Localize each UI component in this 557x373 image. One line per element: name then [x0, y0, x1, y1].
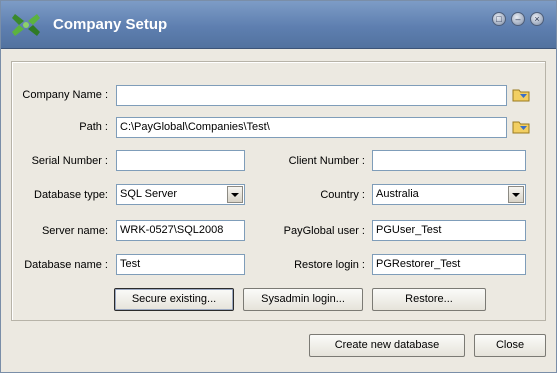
serial-number-field[interactable] — [116, 150, 245, 171]
create-new-database-button[interactable]: Create new database — [309, 334, 465, 357]
path-label: Path : — [79, 121, 108, 133]
title-bar[interactable]: Company Setup □ – × — [1, 1, 556, 49]
secure-existing-button[interactable]: Secure existing... — [114, 288, 234, 311]
window-title: Company Setup — [53, 16, 168, 33]
database-name-label: Database name : — [24, 259, 108, 271]
restore-icon[interactable]: □ — [492, 12, 506, 26]
browse-folder-icon[interactable] — [512, 87, 530, 103]
minimize-icon[interactable]: – — [511, 12, 525, 26]
server-name-field[interactable]: WRK-0527\SQL2008 — [116, 220, 245, 241]
close-icon[interactable]: × — [530, 12, 544, 26]
country-label: Country : — [320, 189, 365, 201]
chevron-down-icon[interactable] — [227, 186, 243, 203]
restore-button[interactable]: Restore... — [372, 288, 486, 311]
path-field[interactable]: C:\PayGlobal\Companies\Test\ — [116, 117, 507, 138]
serial-number-label: Serial Number : — [31, 155, 108, 167]
sysadmin-login-button[interactable]: Sysadmin login... — [243, 288, 363, 311]
country-value: Australia — [376, 188, 419, 200]
server-name-label: Server name: — [41, 225, 108, 237]
database-name-field[interactable]: Test — [116, 254, 245, 275]
company-name-field[interactable] — [116, 85, 507, 106]
client-number-label: Client Number : — [288, 155, 365, 167]
browse-path-icon[interactable] — [512, 119, 530, 135]
restore-login-label: Restore login : — [294, 259, 365, 271]
company-name-label: Company Name : — [22, 89, 108, 101]
company-setup-window: Company Setup □ – × Company Name : Path … — [0, 0, 557, 373]
database-type-select[interactable]: SQL Server — [116, 184, 245, 205]
database-type-value: SQL Server — [120, 188, 178, 200]
restore-login-field[interactable]: PGRestorer_Test — [372, 254, 526, 275]
close-button[interactable]: Close — [474, 334, 546, 357]
app-logo-icon — [12, 14, 40, 36]
client-number-field[interactable] — [372, 150, 526, 171]
payglobal-user-field[interactable]: PGUser_Test — [372, 220, 526, 241]
payglobal-user-label: PayGlobal user : — [283, 225, 365, 237]
country-select[interactable]: Australia — [372, 184, 526, 205]
database-type-label: Database type: — [34, 189, 108, 201]
chevron-down-icon[interactable] — [508, 186, 524, 203]
